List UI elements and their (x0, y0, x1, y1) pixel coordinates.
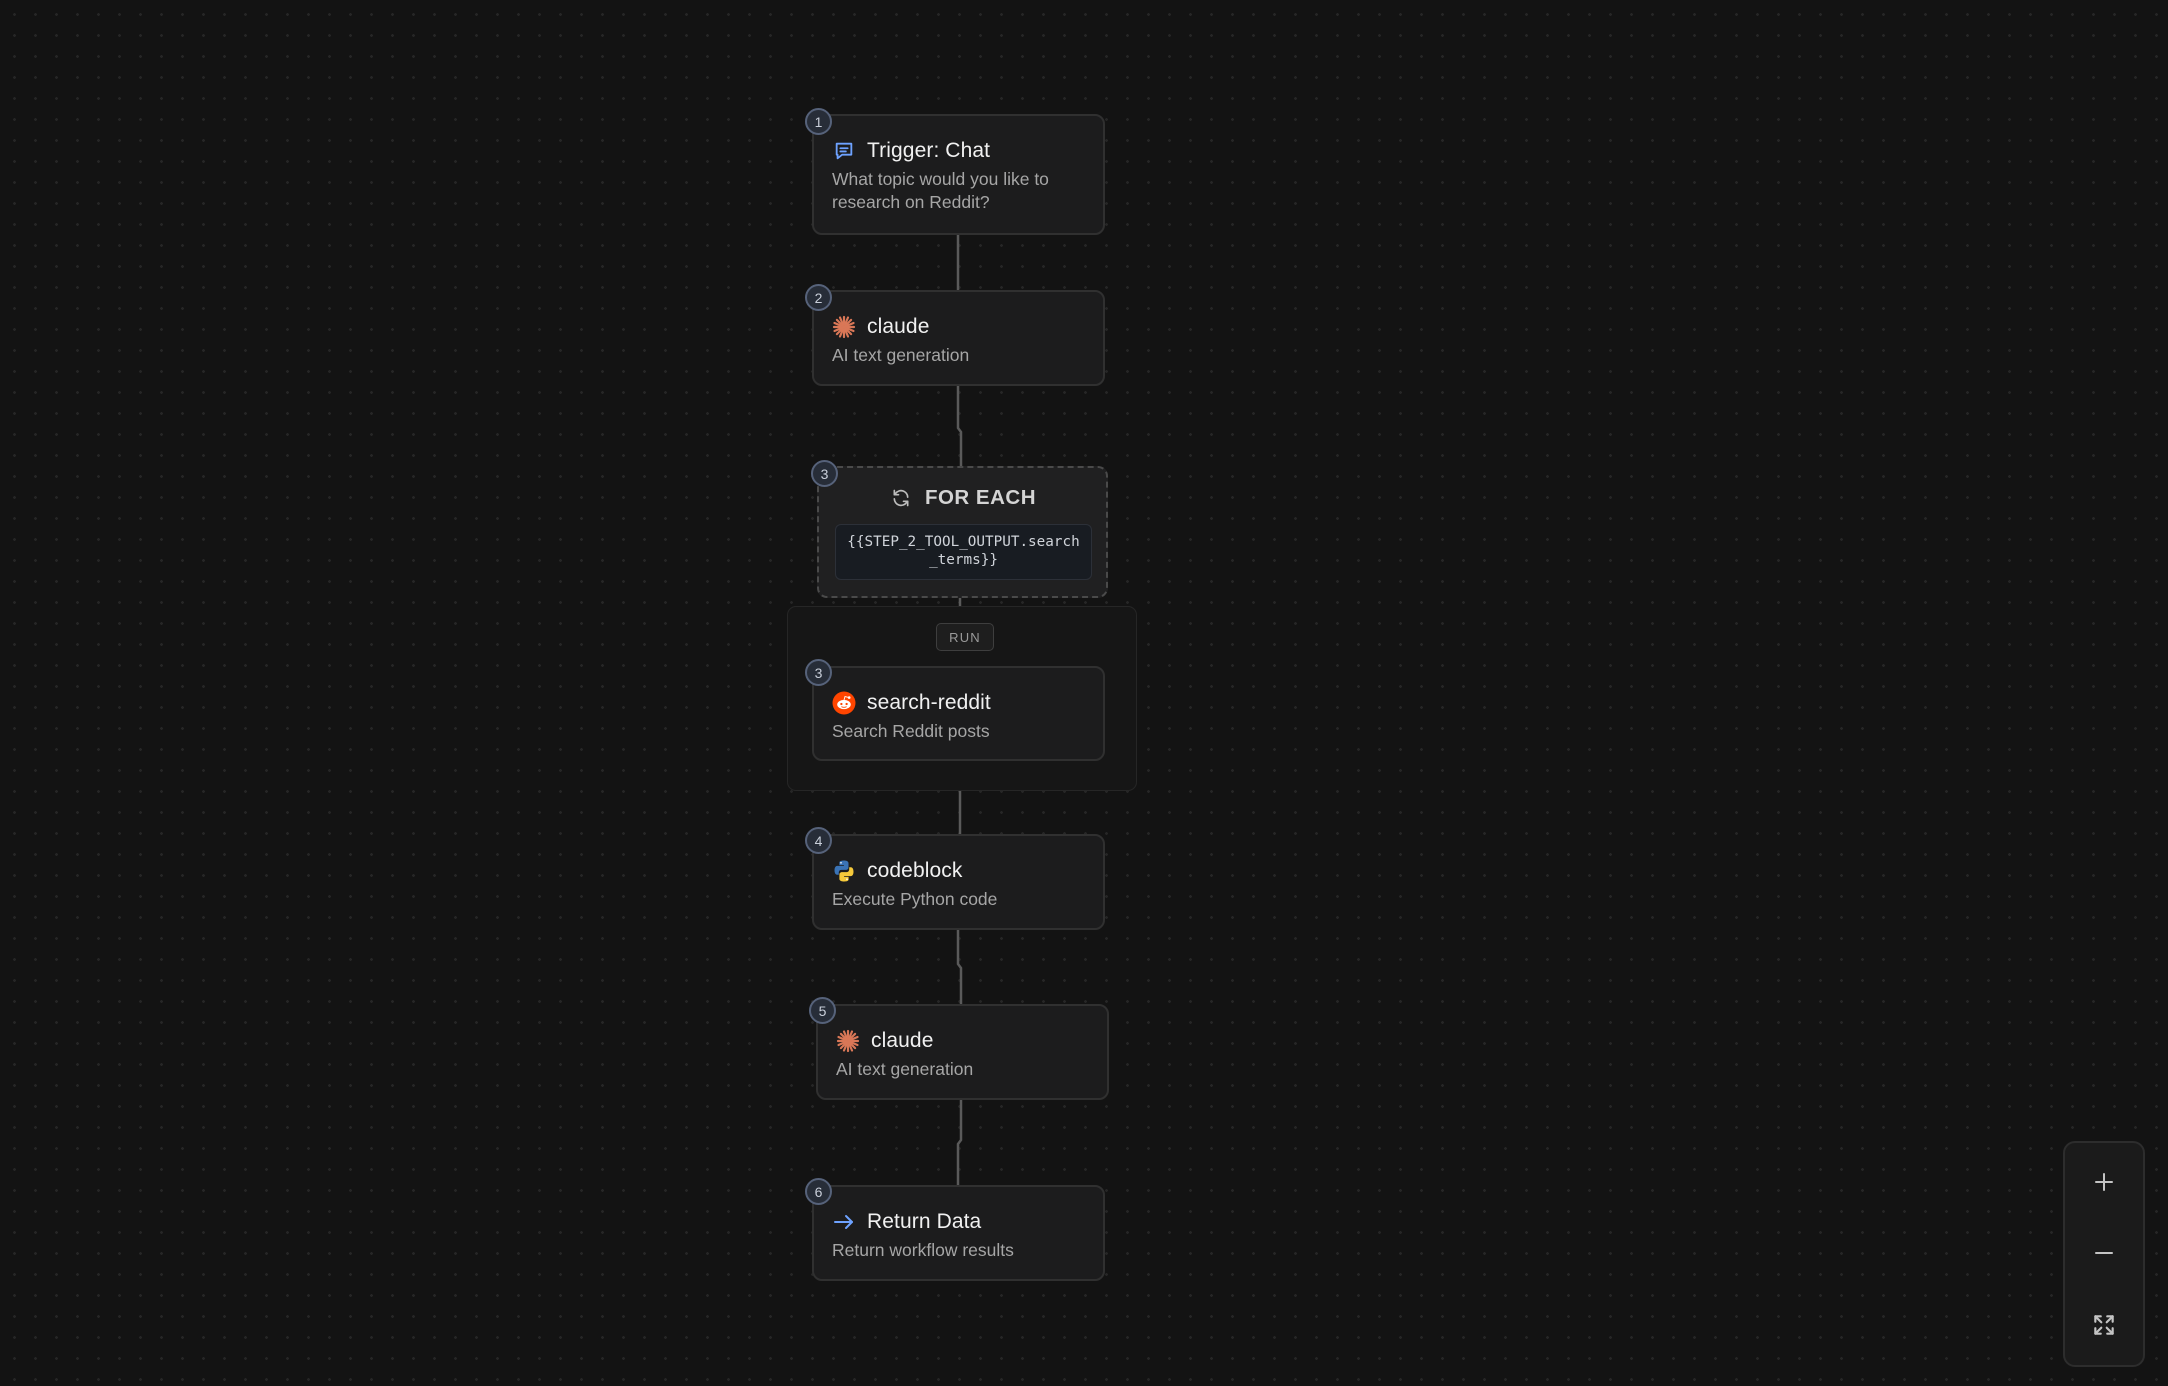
node-for-each[interactable]: FOR EACH {{STEP_2_TOOL_OUTPUT.search_ter… (817, 466, 1108, 598)
zoom-in-icon (2092, 1170, 2116, 1199)
for-each-title: FOR EACH (924, 486, 1037, 509)
node-title: claude (871, 1029, 934, 1052)
step-badge: 3 (811, 460, 838, 487)
workflow-canvas[interactable]: Trigger: Chat What topic would you like … (0, 0, 2168, 1386)
node-codeblock[interactable]: codeblock Execute Python code (812, 834, 1105, 930)
for-each-expression: {{STEP_2_TOOL_OUTPUT.search_terms}} (835, 524, 1092, 580)
zoom-in-button[interactable] (2065, 1149, 2143, 1219)
node-claude[interactable]: claude AI text generation (812, 290, 1105, 386)
step-badge: 3 (805, 659, 832, 686)
node-search-reddit[interactable]: search-reddit Search Reddit posts (812, 666, 1105, 761)
edge-4-5 (956, 930, 963, 1004)
reddit-icon (832, 691, 856, 715)
node-title: search-reddit (867, 691, 991, 714)
node-claude[interactable]: claude AI text generation (816, 1004, 1109, 1100)
node-subtitle: Search Reddit posts (832, 721, 990, 741)
node-subtitle: What topic would you like to research on… (832, 169, 1049, 212)
python-icon (832, 859, 856, 883)
step-badge: 1 (805, 108, 832, 135)
fit-view-button[interactable] (2065, 1292, 2143, 1362)
node-subtitle: Execute Python code (832, 889, 998, 909)
node-title: Return Data (867, 1210, 982, 1233)
step-badge: 6 (805, 1178, 832, 1205)
edge-5-6 (956, 1100, 963, 1185)
node-subtitle: AI text generation (832, 345, 970, 365)
step-badge: 4 (805, 827, 832, 854)
claude-icon (836, 1029, 860, 1053)
zoom-out-button[interactable] (2065, 1220, 2143, 1290)
step-badge: 5 (809, 997, 836, 1024)
arrow-right-icon (832, 1210, 856, 1234)
fit-view-icon (2091, 1312, 2117, 1343)
node-return-data[interactable]: Return Data Return workflow results (812, 1185, 1105, 1281)
edge-2-3 (956, 386, 963, 466)
claude-icon (832, 315, 856, 339)
node-title: codeblock (867, 859, 963, 882)
node-subtitle: Return workflow results (832, 1240, 1014, 1260)
zoom-controls (2063, 1141, 2145, 1367)
run-label: RUN (936, 623, 994, 651)
node-subtitle: AI text generation (836, 1059, 974, 1079)
step-badge: 2 (805, 284, 832, 311)
chat-icon (832, 139, 856, 163)
refresh-icon (889, 486, 913, 510)
node-trigger-chat[interactable]: Trigger: Chat What topic would you like … (812, 114, 1105, 235)
node-title: claude (867, 315, 930, 338)
node-title: Trigger: Chat (867, 139, 991, 162)
zoom-out-icon (2092, 1241, 2116, 1270)
